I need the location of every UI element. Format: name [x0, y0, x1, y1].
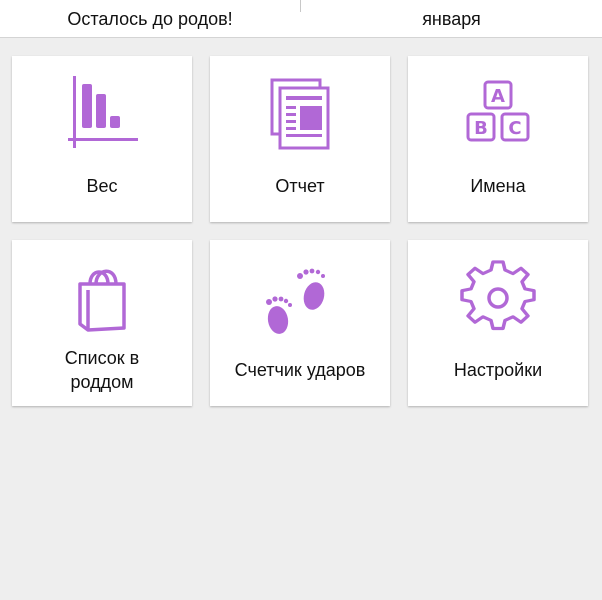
tile-settings-label: Настройки [453, 360, 543, 380]
tile-hospital-list-label: Список в роддом [12, 346, 192, 394]
baby-footprints-icon [260, 258, 340, 338]
bar-chart-icon [62, 74, 142, 154]
tile-names-label: Имена [470, 176, 526, 196]
svg-text:A: A [491, 86, 505, 107]
tile-hospital-list-label-line1: Список в [64, 348, 140, 368]
tile-report-label: Отчет [275, 176, 325, 196]
due-date-text: января [422, 9, 481, 29]
gear-icon [458, 258, 538, 338]
tile-weight[interactable]: Вес [12, 56, 192, 222]
report-document-icon [260, 74, 340, 154]
tile-report[interactable]: Отчет [210, 56, 390, 222]
tile-hospital-list[interactable]: Список в роддом [12, 240, 192, 406]
svg-text:C: C [508, 118, 521, 139]
top-bar: Осталось до родов! января [0, 0, 602, 38]
abc-blocks-icon: A B C [458, 74, 538, 154]
tile-settings[interactable]: Настройки [408, 240, 588, 406]
tile-weight-label: Вес [86, 176, 118, 196]
shopping-bag-icon [62, 258, 142, 338]
tile-kick-counter[interactable]: Счетчик ударов [210, 240, 390, 406]
tile-kick-counter-label: Счетчик ударов [234, 360, 366, 380]
countdown-text: Осталось до родов! [67, 9, 233, 29]
tile-names[interactable]: A B C Имена [408, 56, 588, 222]
svg-text:B: B [474, 118, 488, 139]
tile-hospital-list-label-line2: роддом [70, 372, 134, 392]
